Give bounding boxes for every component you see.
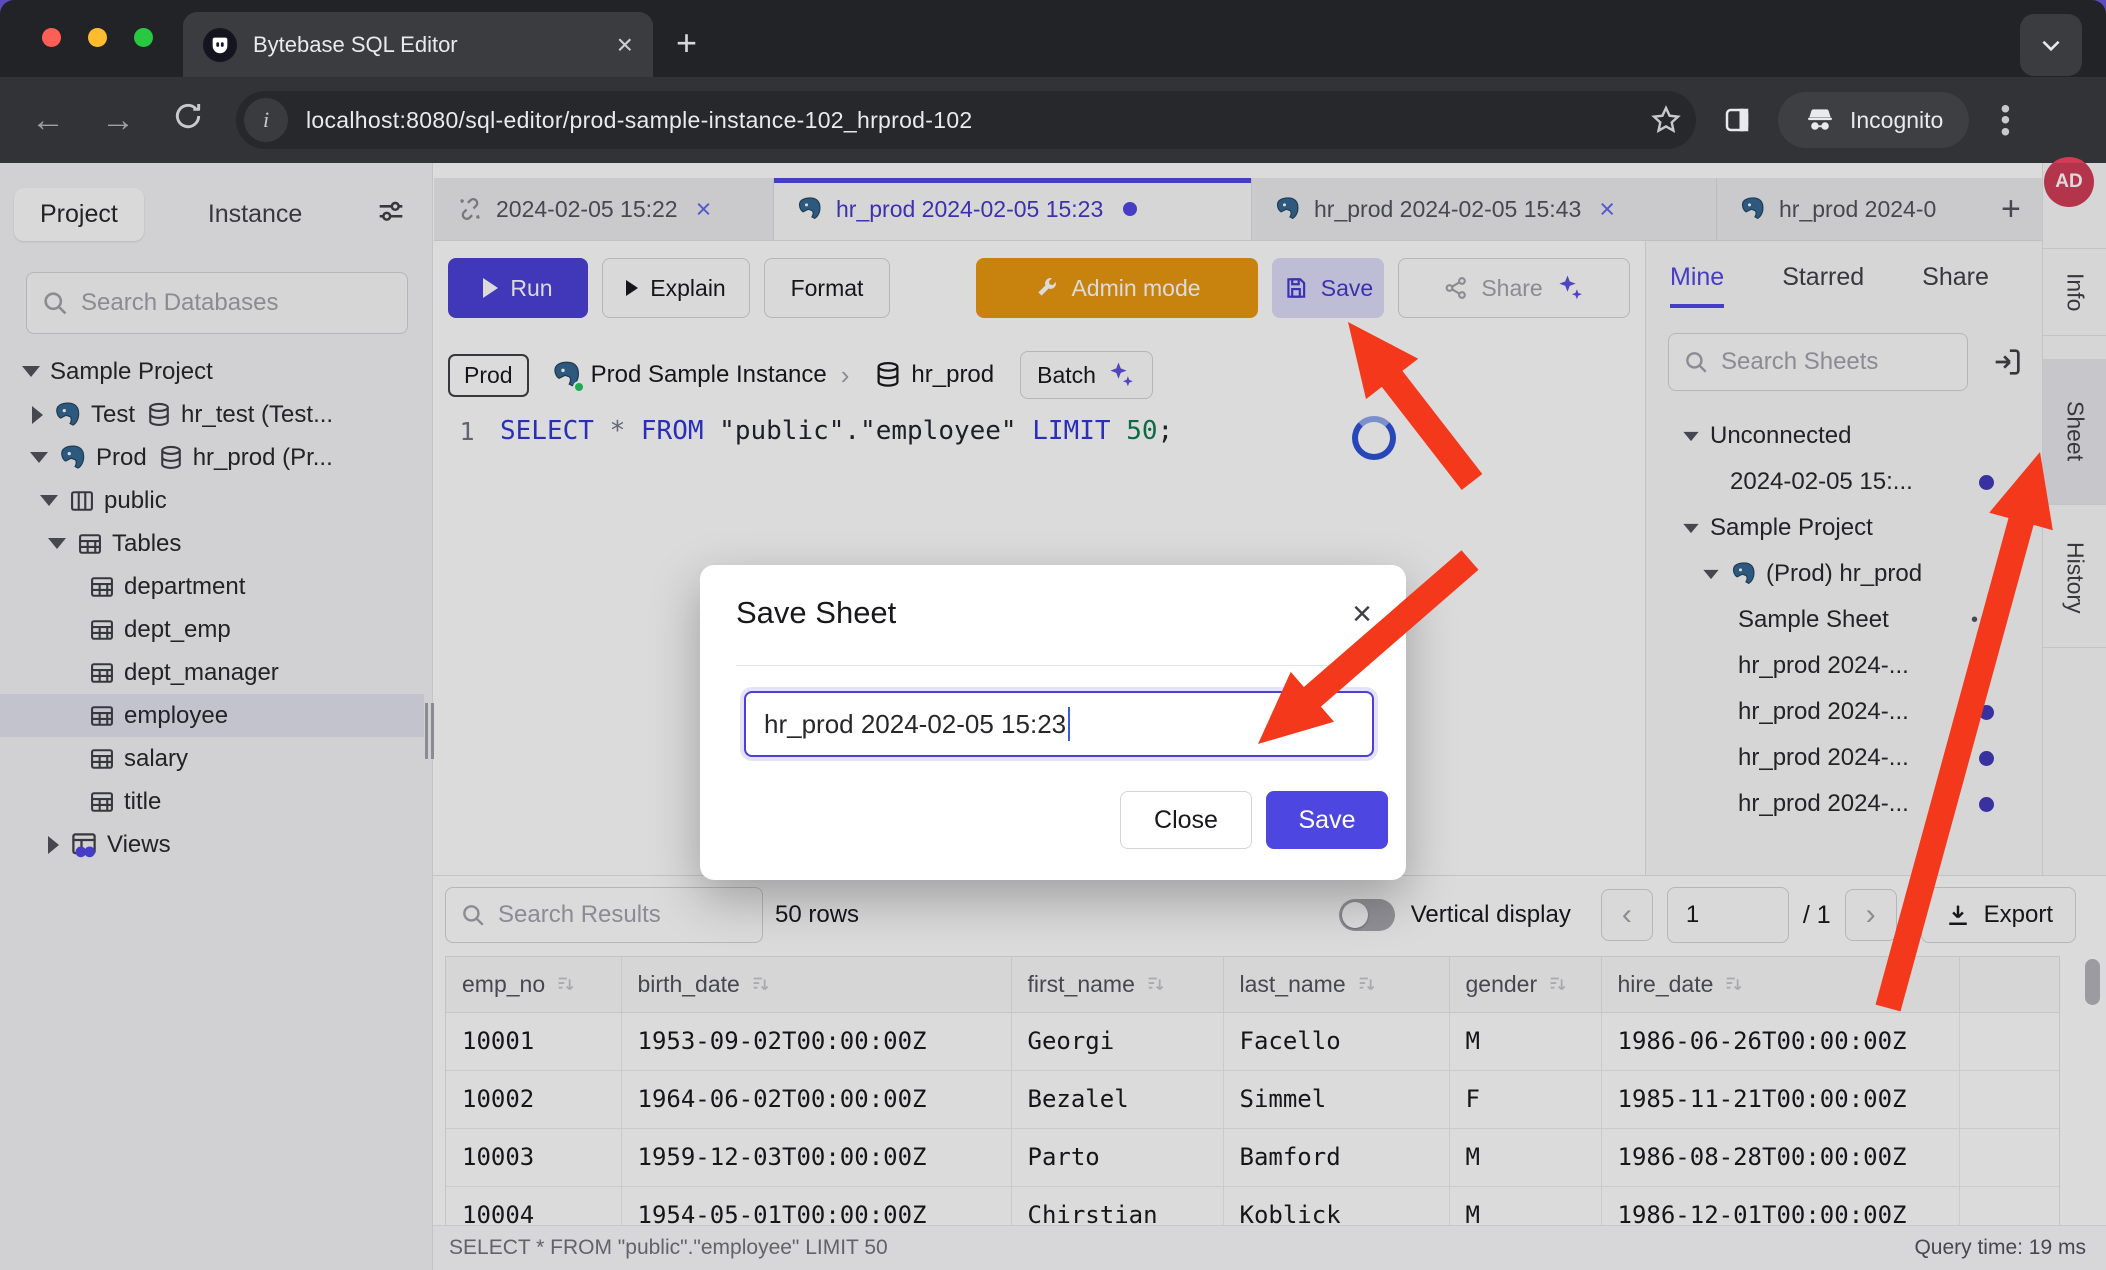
chevron-down-icon [2038,32,2064,58]
browser-tab[interactable]: Bytebase SQL Editor × [183,12,653,77]
incognito-badge: Incognito [1778,92,1969,148]
browser-menu-icon[interactable]: ••• [1995,103,2015,137]
incognito-icon [1804,104,1836,136]
close-window-button[interactable] [42,28,61,47]
minimize-window-button[interactable] [88,28,107,47]
traffic-lights[interactable] [42,28,153,47]
site-info-icon[interactable]: i [244,98,288,142]
tab-search-button[interactable] [2020,14,2082,76]
browser-tab-title: Bytebase SQL Editor [253,32,458,58]
modal-close-button[interactable]: Close [1120,791,1252,849]
modal-save-button[interactable]: Save [1266,791,1388,849]
back-icon[interactable]: ← [26,101,70,140]
bytebase-favicon [203,28,237,62]
address-bar[interactable]: i localhost:8080/sql-editor/prod-sample-… [236,91,1696,149]
sheet-name-input[interactable]: hr_prod 2024-02-05 15:23 [744,691,1374,757]
browser-chrome: Bytebase SQL Editor × + ← → i localhost:… [0,0,2106,163]
reload-icon[interactable] [166,100,210,141]
maximize-window-button[interactable] [134,28,153,47]
new-tab-button[interactable]: + [676,22,697,64]
browser-toolbar: ← → i localhost:8080/sql-editor/prod-sam… [0,77,2106,163]
close-tab-icon[interactable]: × [617,31,633,59]
save-sheet-modal: Save Sheet × hr_prod 2024-02-05 15:23 Cl… [700,565,1406,880]
modal-close-icon[interactable]: × [1352,595,1372,634]
bookmark-star-icon[interactable] [1650,104,1682,136]
modal-divider [736,665,1370,666]
url-text[interactable]: localhost:8080/sql-editor/prod-sample-in… [306,107,1632,134]
forward-icon[interactable]: → [96,101,140,140]
side-panel-icon[interactable] [1722,105,1752,135]
incognito-label: Incognito [1850,107,1943,134]
text-caret [1068,707,1070,741]
modal-title: Save Sheet [736,595,1370,631]
